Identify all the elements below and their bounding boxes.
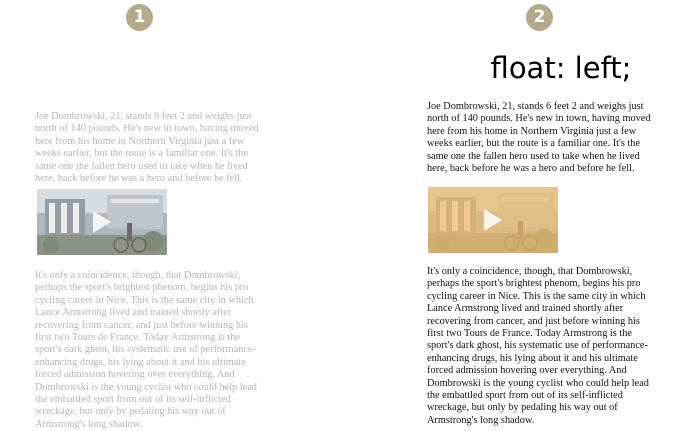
- article-paragraph-2: It's only a coincidence, though, that Do…: [427, 266, 649, 426]
- step-badge-2: 2: [526, 4, 553, 31]
- play-icon[interactable]: [484, 209, 502, 231]
- step-badge-1: 1: [126, 4, 153, 31]
- article-paragraph-1: Joe Dombrowski, 21, stands 6 feet 2 and …: [427, 101, 651, 175]
- panel-title: float: left;: [490, 51, 632, 85]
- article-paragraph-1: Joe Dombrowski, 21, stands 6 feet 2 and …: [35, 111, 259, 185]
- video-thumbnail[interactable]: [428, 187, 558, 253]
- article-paragraph-2: It's only a coincidence, though, that Do…: [35, 270, 257, 430]
- play-icon[interactable]: [93, 211, 111, 233]
- video-thumbnail[interactable]: [37, 189, 167, 255]
